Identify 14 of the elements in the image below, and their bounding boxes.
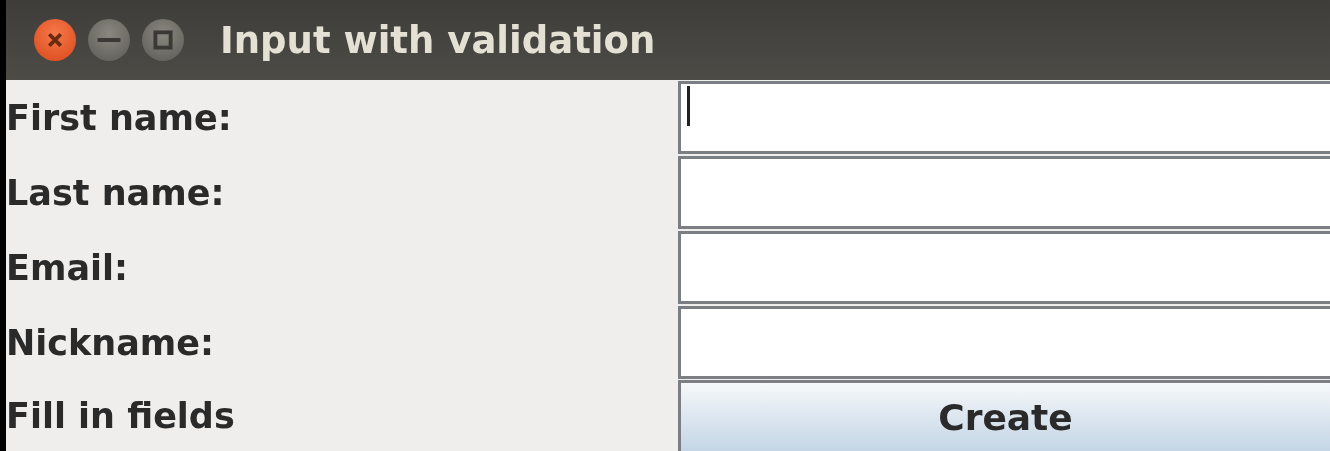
window-title: Input with validation — [220, 18, 656, 62]
text-field[interactable] — [678, 156, 1330, 229]
text-field[interactable] — [678, 231, 1330, 304]
maximize-button[interactable] — [142, 19, 184, 61]
status-text: Fill in fields — [6, 394, 236, 438]
close-button[interactable] — [34, 19, 76, 61]
text-field[interactable] — [678, 81, 1330, 154]
text-field[interactable] — [678, 306, 1330, 379]
field-label: Nickname: — [6, 322, 215, 363]
minimize-button[interactable] — [88, 19, 130, 61]
field-label: Last name: — [6, 172, 225, 213]
field-label: Email: — [6, 247, 128, 288]
create-button[interactable]: Create — [678, 380, 1330, 451]
field-label: First name: — [6, 97, 232, 138]
